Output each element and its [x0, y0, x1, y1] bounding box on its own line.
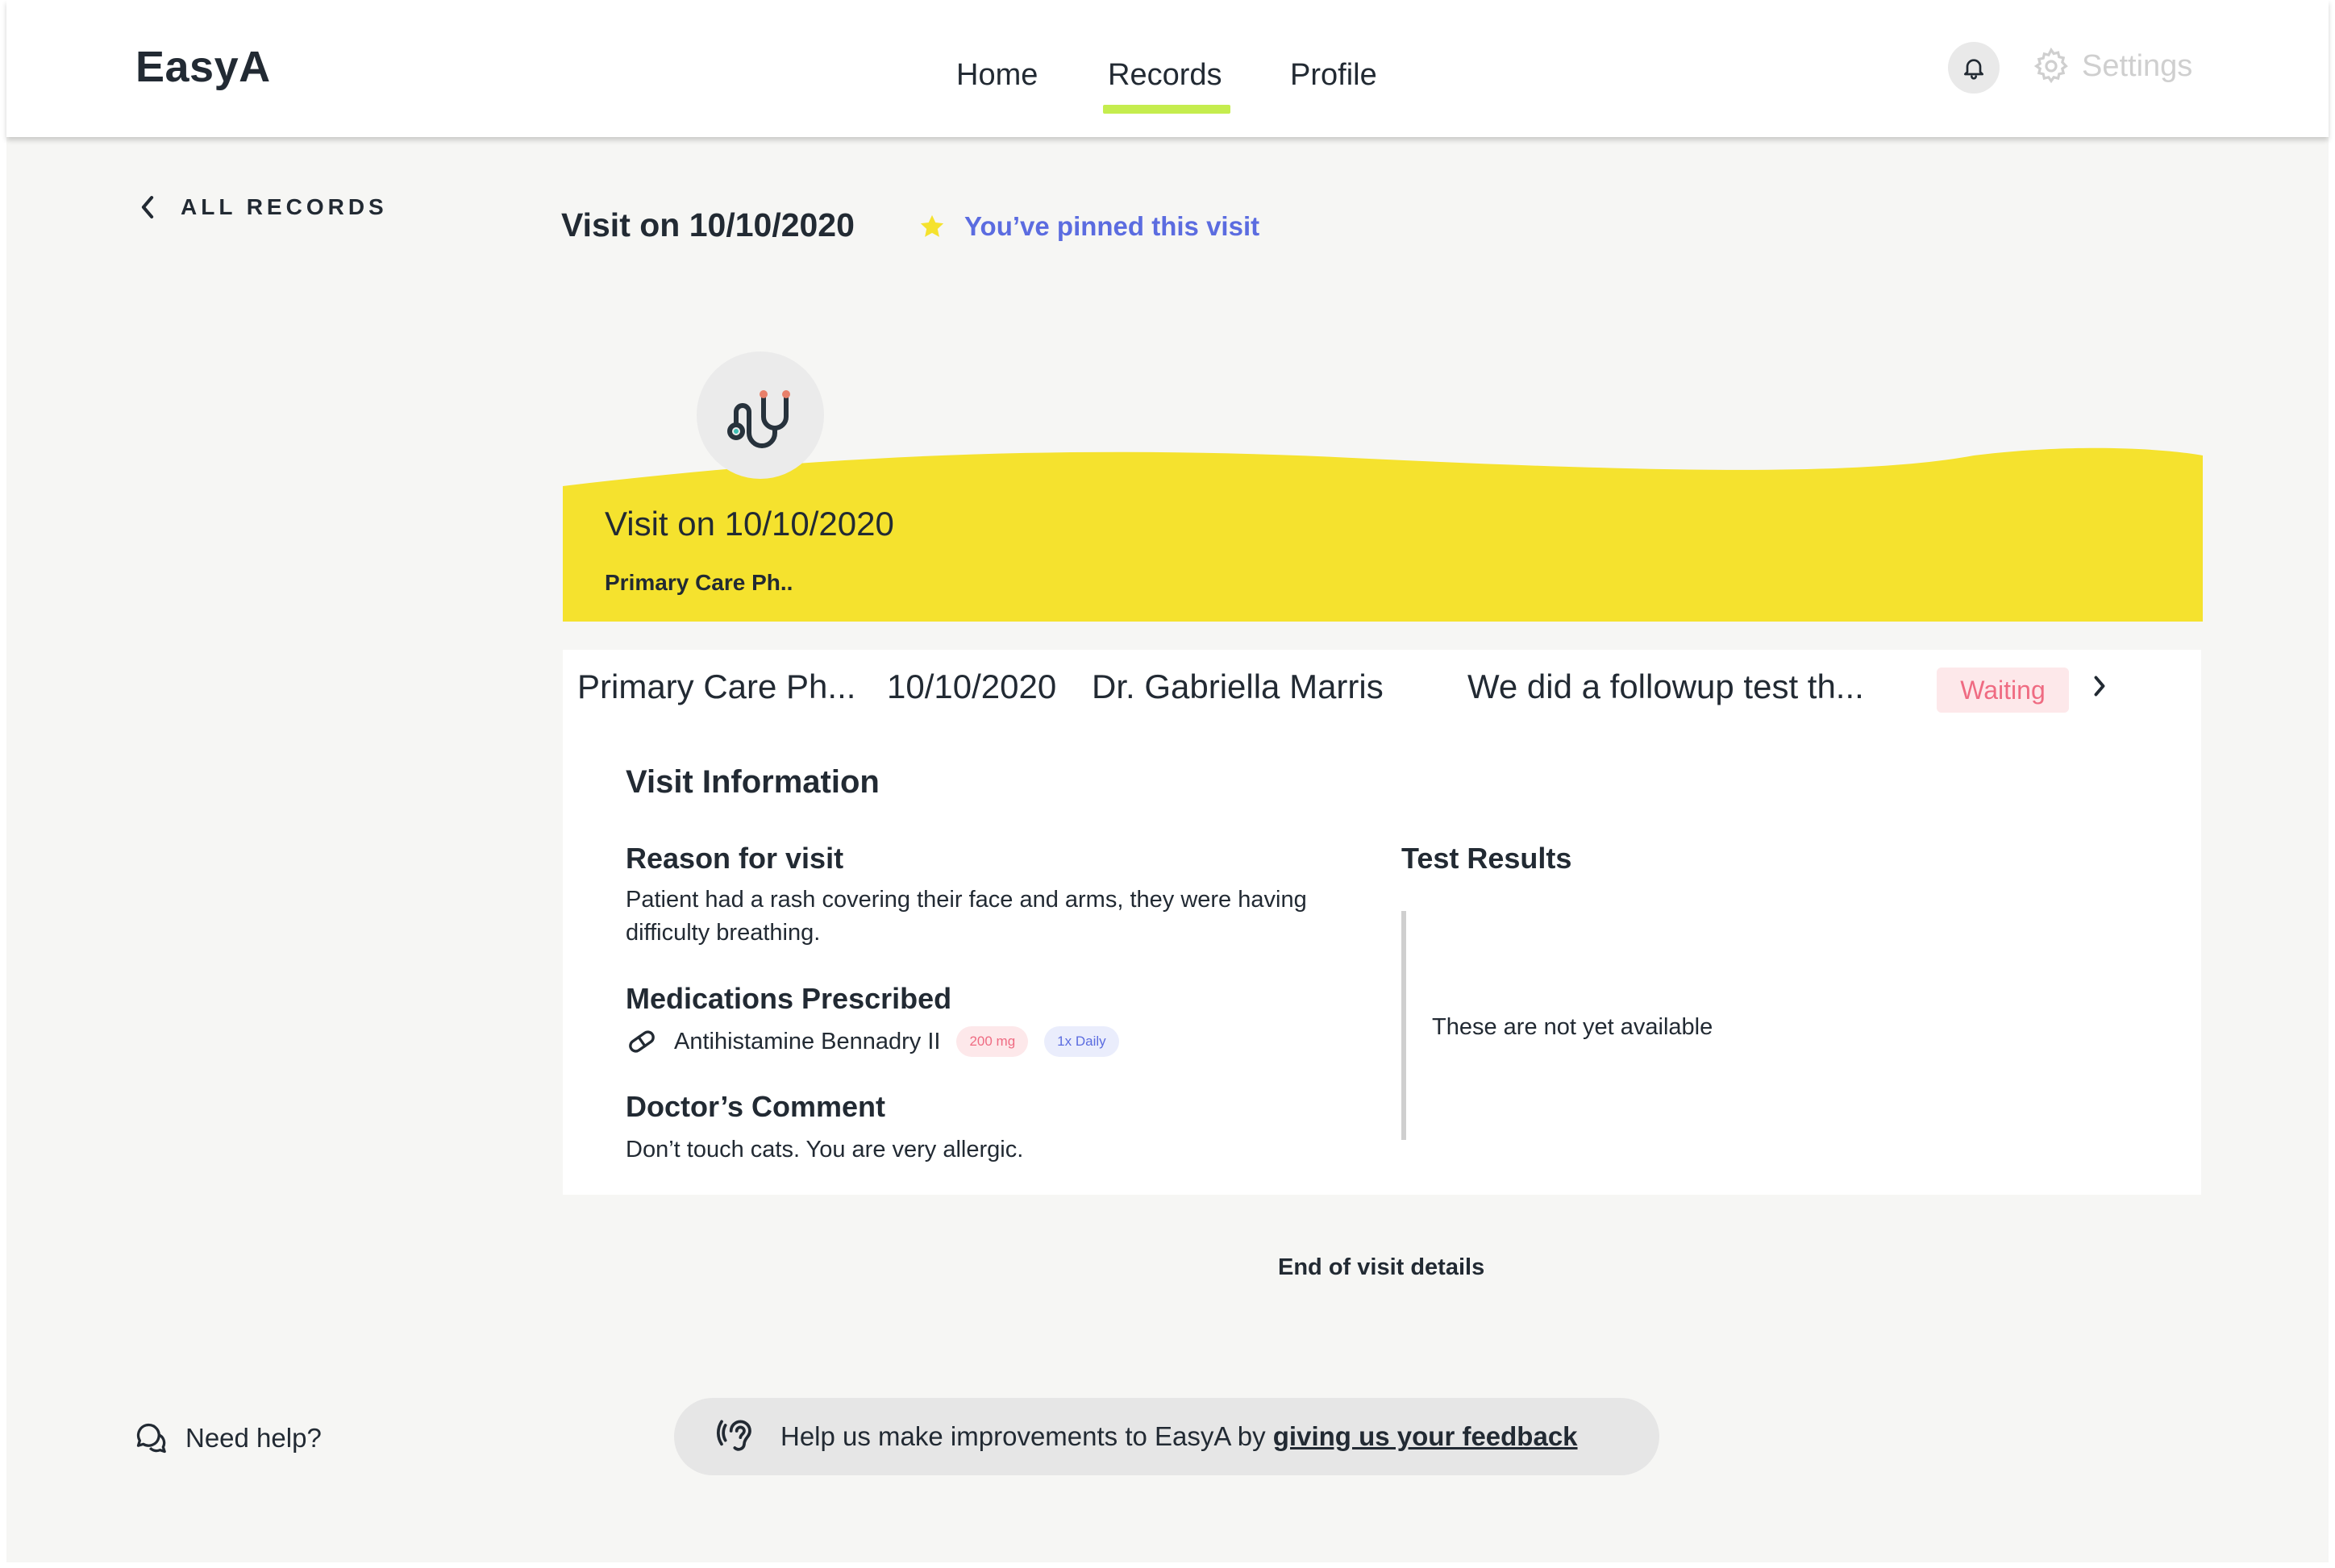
banner-subtitle: Primary Care Ph..	[605, 570, 793, 595]
visit-date-cell: 10/10/2020	[887, 668, 1057, 705]
nav-profile[interactable]: Profile	[1290, 58, 1377, 93]
all-records-link[interactable]: ALL RECORDS	[139, 193, 388, 221]
visit-summary-cell: We did a followup test th...	[1467, 668, 1864, 705]
test-results-divider	[1401, 911, 1406, 1140]
page-title: Visit on 10/10/2020	[561, 206, 855, 243]
feedback-text: Help us make improvements to EasyA by gi…	[780, 1421, 1578, 1452]
star-icon	[920, 214, 944, 237]
doctor-name-cell: Dr. Gabriella Marris	[1092, 668, 1384, 705]
pinned-indicator[interactable]: You’ve pinned this visit	[918, 211, 1259, 242]
stethoscope-icon	[727, 390, 790, 448]
dose-badge: 200 mg	[956, 1026, 1029, 1057]
medications-heading: Medications Prescribed	[626, 982, 952, 1015]
nav-active-underline	[1103, 105, 1230, 114]
doctor-comment-text: Don’t touch cats. You are very allergic.	[626, 1137, 1024, 1162]
visit-information-heading: Visit Information	[626, 764, 880, 800]
need-help-link[interactable]: Need help?	[134, 1420, 322, 1456]
visit-type-cell: Primary Care Ph...	[577, 668, 856, 705]
feedback-prefix: Help us make improvements to EasyA by	[780, 1421, 1273, 1451]
pill-icon	[629, 1030, 655, 1053]
top-navbar: EasyA Home Records Profile Settings	[6, 0, 2329, 137]
feedback-banner: Help us make improvements to EasyA by gi…	[674, 1398, 1659, 1475]
chevron-right-icon	[2094, 676, 2105, 697]
nav-home[interactable]: Home	[956, 58, 1038, 93]
pinned-text: You’ve pinned this visit	[964, 211, 1260, 241]
test-results-text: These are not yet available	[1432, 1014, 1713, 1040]
end-of-details-text: End of visit details	[1278, 1254, 1485, 1280]
chat-bubbles-icon	[136, 1423, 166, 1454]
doctor-comment-heading: Doctor’s Comment	[626, 1090, 886, 1123]
all-records-label: ALL RECORDS	[181, 194, 388, 219]
test-results-heading: Test Results	[1401, 842, 1572, 875]
nav-records[interactable]: Records	[1108, 58, 1222, 93]
reason-text: Patient had a rash covering their face a…	[626, 887, 1307, 946]
settings-link[interactable]: Settings	[2032, 47, 2192, 85]
ear-icon	[716, 1420, 751, 1451]
feedback-link[interactable]: giving us your feedback	[1273, 1421, 1578, 1451]
status-badge: Waiting	[1937, 668, 2069, 713]
expand-row-button[interactable]	[2092, 674, 2108, 702]
frequency-badge: 1x Daily	[1044, 1026, 1119, 1057]
reason-heading: Reason for visit	[626, 842, 844, 875]
chevron-left-icon	[141, 196, 154, 218]
settings-label: Settings	[2082, 48, 2193, 83]
bell-icon	[1964, 59, 1983, 80]
banner-title: Visit on 10/10/2020	[605, 505, 894, 543]
app-logo[interactable]: EasyA	[135, 42, 271, 92]
need-help-label: Need help?	[185, 1423, 322, 1453]
visit-avatar	[697, 351, 824, 479]
notifications-button[interactable]	[1948, 42, 2000, 94]
medication-item: Antihistamine Bennadry II 200 mg 1x Dail…	[626, 1025, 1119, 1058]
gear-icon	[2033, 47, 2068, 84]
medication-name: Antihistamine Bennadry II	[674, 1028, 941, 1054]
